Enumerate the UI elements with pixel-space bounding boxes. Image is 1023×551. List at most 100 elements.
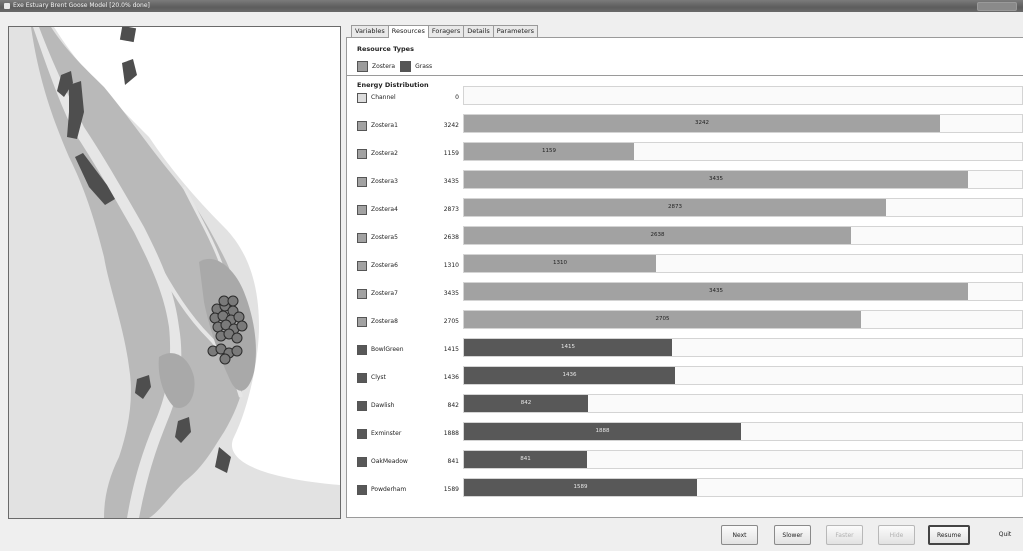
energy-row: Dawlish 842 842 <box>347 394 1023 422</box>
energy-bar-label: 2705 <box>655 316 670 322</box>
energy-bar-track: 1310 <box>463 254 1023 273</box>
energy-row: Zostera7 3435 3435 <box>347 282 1023 310</box>
resource-name: Zostera5 <box>371 234 398 241</box>
tab-foragers[interactable]: Foragers <box>427 25 465 37</box>
resource-types-title: Resource Types <box>357 45 414 53</box>
energy-bar: 1159 <box>464 143 634 160</box>
resource-name: Zostera8 <box>371 318 398 325</box>
energy-row: Zostera2 1159 1159 <box>347 142 1023 170</box>
resource-swatch <box>357 93 367 103</box>
resource-name: Channel <box>371 94 396 101</box>
resource-swatch <box>357 289 367 299</box>
energy-row: Zostera5 2638 2638 <box>347 226 1023 254</box>
energy-bar-track: 3242 <box>463 114 1023 133</box>
resource-name: Clyst <box>371 374 386 381</box>
energy-bar: 1888 <box>464 423 741 440</box>
energy-bar-track: 2873 <box>463 198 1023 217</box>
resource-value: 3242 <box>443 122 459 129</box>
resource-value: 1310 <box>443 262 459 269</box>
energy-bar: 3435 <box>464 171 968 188</box>
energy-bar: 1415 <box>464 339 672 356</box>
resource-value: 842 <box>447 402 459 409</box>
energy-bar-track: 1888 <box>463 422 1023 441</box>
energy-bar-label: 1436 <box>562 372 577 378</box>
next-button[interactable]: Next <box>721 525 758 545</box>
resource-name: Zostera1 <box>371 122 398 129</box>
energy-bar-track <box>463 86 1023 105</box>
resource-swatch <box>357 149 367 159</box>
resources-panel: Resource Types Zostera Grass Energy Dist… <box>346 37 1023 518</box>
resource-name: Zostera3 <box>371 178 398 185</box>
energy-row: OakMeadow 841 841 <box>347 450 1023 478</box>
energy-bar: 2705 <box>464 311 861 328</box>
grass-swatch <box>400 61 412 72</box>
tab-bar: Variables Resources Foragers Details Par… <box>351 25 539 38</box>
resource-name: Zostera6 <box>371 262 398 269</box>
resource-swatch <box>357 373 367 383</box>
energy-bar-track: 1415 <box>463 338 1023 357</box>
slower-button[interactable]: Slower <box>774 525 811 545</box>
energy-bar-label: 3435 <box>709 288 723 294</box>
energy-bar: 3242 <box>464 115 940 132</box>
resource-value: 1888 <box>443 430 459 437</box>
resource-name: Zostera7 <box>371 290 398 297</box>
window-titlebar: Exe Estuary Brent Goose Model [20.0% don… <box>0 0 1023 12</box>
hide-button[interactable]: Hide <box>878 525 915 545</box>
resource-swatch <box>357 177 367 187</box>
window-title: Exe Estuary Brent Goose Model [20.0% don… <box>13 2 150 9</box>
energy-bar-track: 2705 <box>463 310 1023 329</box>
energy-bar: 2873 <box>464 199 886 216</box>
resource-swatch <box>357 401 367 411</box>
zostera-legend-label: Zostera <box>372 63 396 70</box>
energy-row: Zostera1 3242 3242 <box>347 114 1023 142</box>
resource-types-legend: Zostera Grass <box>357 61 437 72</box>
energy-row: Exminster 1888 1888 <box>347 422 1023 450</box>
resume-button[interactable]: Resume <box>928 525 970 545</box>
energy-bar-label: 1159 <box>542 148 556 154</box>
tab-resources[interactable]: Resources <box>387 25 429 38</box>
energy-bar: 2638 <box>464 227 851 244</box>
energy-bar: 3435 <box>464 283 968 300</box>
resource-name: Zostera4 <box>371 206 398 213</box>
energy-bar: 1310 <box>464 255 656 272</box>
resource-value: 1159 <box>443 150 459 157</box>
resource-name: Zostera2 <box>371 150 398 157</box>
resource-value: 0 <box>455 94 459 101</box>
energy-bar: 841 <box>464 451 587 468</box>
energy-bar-track: 1589 <box>463 478 1023 497</box>
energy-bar-track: 3435 <box>463 282 1023 301</box>
energy-row: Zostera3 3435 3435 <box>347 170 1023 198</box>
tab-parameters[interactable]: Parameters <box>492 25 539 37</box>
resource-swatch <box>357 345 367 355</box>
energy-row: Channel 0 <box>347 86 1023 114</box>
resource-swatch <box>357 233 367 243</box>
estuary-map-canvas <box>9 27 340 518</box>
energy-bar-track: 842 <box>463 394 1023 413</box>
resource-name: BowlGreen <box>371 346 404 353</box>
resource-swatch <box>357 317 367 327</box>
window-controls[interactable] <box>977 2 1017 11</box>
estuary-map[interactable] <box>8 26 341 519</box>
quit-button[interactable]: Quit <box>990 525 1020 545</box>
energy-row: Zostera6 1310 1310 <box>347 254 1023 282</box>
tab-variables[interactable]: Variables <box>351 25 389 37</box>
energy-bar-track: 841 <box>463 450 1023 469</box>
grass-legend-label: Grass <box>415 63 433 70</box>
energy-bar-label: 1310 <box>553 260 567 266</box>
energy-bar: 1589 <box>464 479 697 496</box>
energy-row: Clyst 1436 1436 <box>347 366 1023 394</box>
energy-bar-label: 1415 <box>561 344 575 350</box>
faster-button[interactable]: Faster <box>826 525 863 545</box>
tab-details[interactable]: Details <box>463 25 494 37</box>
resource-value: 3435 <box>443 178 459 185</box>
resource-value: 1589 <box>443 486 459 493</box>
resource-value: 2638 <box>443 234 459 241</box>
energy-bar-label: 2873 <box>668 204 682 210</box>
resource-name: OakMeadow <box>371 458 408 465</box>
energy-bar-label: 842 <box>520 400 532 406</box>
resource-value: 2873 <box>443 206 459 213</box>
energy-bar: 1436 <box>464 367 675 384</box>
resource-name: Dawlish <box>371 402 395 409</box>
resource-value: 1415 <box>443 346 459 353</box>
resource-value: 2705 <box>443 318 459 325</box>
